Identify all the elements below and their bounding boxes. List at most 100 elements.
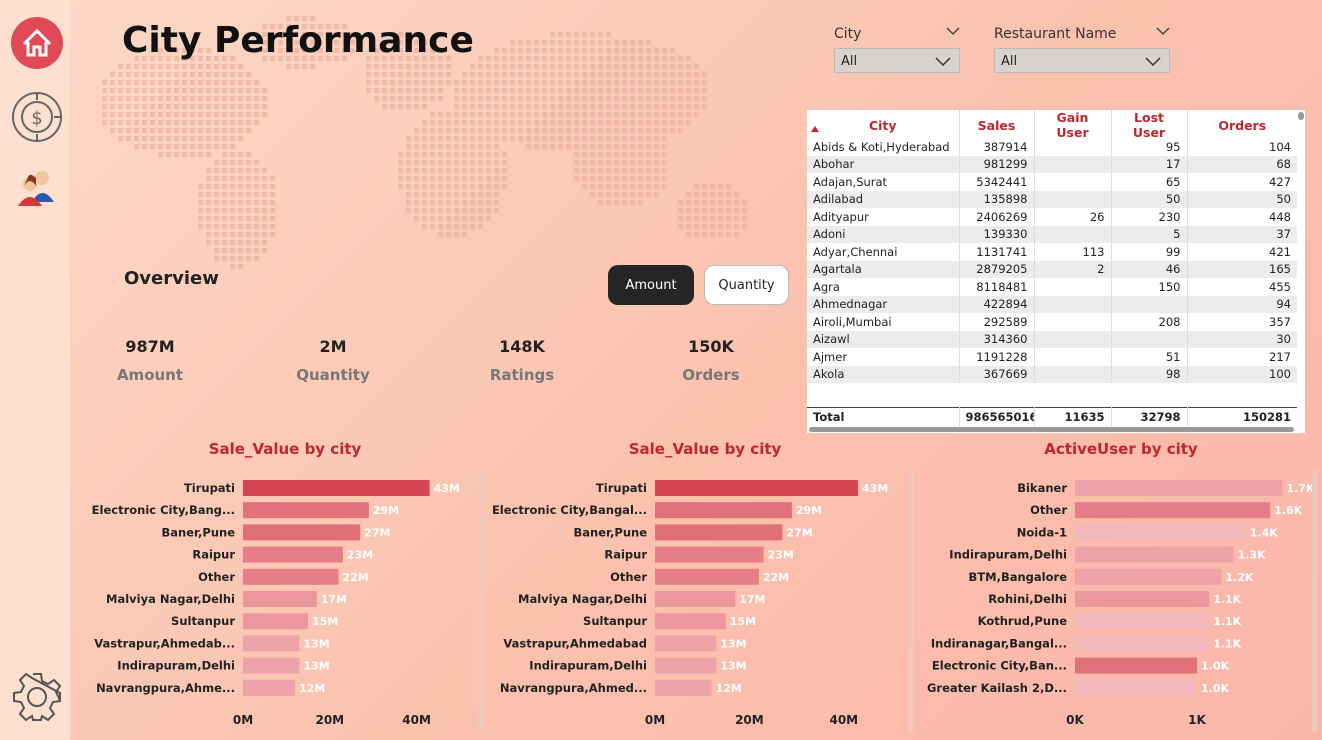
bar[interactable]: [655, 524, 783, 541]
cell-orders: 100: [1187, 365, 1297, 383]
table-row[interactable]: Agartala 2879205 2 46 165: [807, 260, 1297, 278]
cell-orders: 37: [1187, 225, 1297, 243]
money-icon[interactable]: $: [10, 90, 64, 144]
table-horizontal-scrollbar[interactable]: [809, 427, 1294, 432]
table-row[interactable]: Abohar 981299 17 68: [807, 155, 1297, 173]
bar[interactable]: [243, 502, 369, 519]
city-slicer[interactable]: City All: [834, 26, 960, 73]
table-row[interactable]: Abids & Koti,Hyderabad 387914 95 104: [807, 138, 1297, 156]
column-header-orders[interactable]: Orders: [1187, 110, 1297, 140]
bar[interactable]: [655, 568, 759, 585]
table-row[interactable]: Ahmednagar 422894 94: [807, 295, 1297, 313]
table-header: City Sales Gain User Lost User Orders: [807, 110, 1297, 140]
bar[interactable]: [243, 679, 296, 696]
amount-toggle-button[interactable]: Amount: [608, 265, 694, 305]
table-vertical-scrollbar[interactable]: [1298, 110, 1304, 406]
cell-lost-user: 208: [1111, 313, 1188, 331]
bar[interactable]: [243, 591, 317, 607]
chevron-down-icon[interactable]: [946, 24, 960, 38]
cell-sales: 1131741: [959, 243, 1035, 261]
bar[interactable]: [243, 635, 300, 652]
category-label: Sultanpur: [171, 614, 235, 628]
home-icon[interactable]: [10, 16, 64, 70]
cell-city: Ahmednagar: [807, 295, 960, 313]
bar[interactable]: [655, 480, 858, 496]
category-label: BTM,Bangalore: [969, 570, 1068, 584]
cell-sales: 367669: [959, 365, 1035, 383]
table-row[interactable]: Adityapur 2406269 26 230 448: [807, 208, 1297, 226]
data-label: 13M: [303, 660, 329, 673]
bar[interactable]: [655, 657, 717, 674]
chart-scrollbar[interactable]: [1312, 470, 1318, 732]
data-label: 1.1K: [1213, 637, 1241, 650]
bar[interactable]: [655, 635, 717, 652]
bar[interactable]: [243, 480, 430, 496]
bar[interactable]: [1075, 568, 1222, 585]
bar[interactable]: [1075, 679, 1197, 696]
kpi-ratings: 148K Ratings: [452, 337, 592, 384]
data-label: 17M: [739, 593, 765, 606]
bar[interactable]: [1075, 591, 1210, 607]
data-label: 12M: [716, 682, 742, 695]
x-tick-label: 0M: [645, 713, 665, 727]
kpi-value: 2M: [319, 337, 347, 356]
table-row[interactable]: Airoli,Mumbai 292589 208 357: [807, 313, 1297, 331]
bar[interactable]: [1075, 613, 1210, 630]
cell-gain-user: [1034, 173, 1112, 191]
restaurant-dropdown[interactable]: All: [994, 48, 1170, 73]
table-row[interactable]: Adoni 139330 5 37: [807, 225, 1297, 243]
bar[interactable]: [243, 613, 309, 630]
bar[interactable]: [655, 591, 736, 607]
cell-lost-user: [1111, 295, 1188, 313]
column-header-city[interactable]: City: [807, 110, 960, 140]
bar[interactable]: [1075, 635, 1210, 652]
data-label: 29M: [796, 504, 822, 517]
table-row[interactable]: Agra 8118481 150 455: [807, 278, 1297, 296]
bar[interactable]: [1075, 480, 1283, 496]
bar[interactable]: [243, 657, 300, 674]
category-label: Baner,Pune: [162, 525, 236, 539]
table-row[interactable]: Akola 367669 98 100: [807, 365, 1297, 383]
bar[interactable]: [243, 546, 343, 563]
scrollbar-thumb[interactable]: [1298, 112, 1304, 120]
bar[interactable]: [1075, 524, 1246, 541]
cell-lost-user: 99: [1111, 243, 1188, 261]
settings-icon[interactable]: [10, 670, 64, 724]
column-header-sales[interactable]: Sales: [959, 110, 1035, 140]
total-lost-user: 32798: [1111, 407, 1188, 426]
kpi-label: Ratings: [489, 366, 555, 384]
users-icon[interactable]: [10, 164, 64, 218]
cell-orders: 455: [1269, 279, 1291, 294]
column-header-gain-user[interactable]: Gain User: [1034, 110, 1112, 140]
bar[interactable]: [1075, 502, 1271, 519]
sales-by-city-chart-1: Sale_Value by city Tirupati 43M Electronic…: [80, 440, 490, 740]
category-label: Malviya Nagar,Delhi: [106, 592, 235, 606]
cell-city: Adoni: [807, 225, 960, 243]
table-row[interactable]: Adajan,Surat 5342441 65 427: [807, 173, 1297, 191]
table-row[interactable]: Adyar,Chennai 1131741 113 99 421: [807, 243, 1297, 261]
category-label: Raipur: [604, 548, 647, 562]
restaurant-slicer[interactable]: Restaurant Name All: [994, 26, 1170, 73]
table-row[interactable]: Aizawl 314360 30: [807, 330, 1297, 348]
city-dropdown[interactable]: All: [834, 48, 960, 73]
category-label: Other: [1030, 503, 1067, 517]
table-row[interactable]: Adilabad 135898 50 50: [807, 190, 1297, 208]
city-slicer-label: City: [834, 26, 862, 42]
bar[interactable]: [1075, 657, 1197, 674]
bar[interactable]: [655, 679, 712, 696]
chevron-down-icon[interactable]: [1156, 24, 1170, 38]
bar[interactable]: [655, 502, 792, 519]
cell-city: Abohar: [807, 155, 960, 173]
column-header-lost-user[interactable]: Lost User: [1111, 110, 1188, 140]
bar[interactable]: [655, 613, 726, 630]
total-gain-user: 11635: [1034, 407, 1112, 426]
bar[interactable]: [243, 568, 339, 585]
table-row[interactable]: Ajmer 1191228 51 217: [807, 348, 1297, 366]
bar[interactable]: [243, 524, 361, 541]
data-label: 17M: [321, 593, 347, 606]
bar[interactable]: [1075, 546, 1234, 563]
table-body[interactable]: Abids & Koti,Hyderabad 387914 95 104 Abohar 9…: [807, 138, 1297, 402]
quantity-toggle-button[interactable]: Quantity: [704, 265, 789, 305]
cell-city: Adajan,Surat: [807, 173, 960, 191]
bar[interactable]: [655, 546, 764, 563]
